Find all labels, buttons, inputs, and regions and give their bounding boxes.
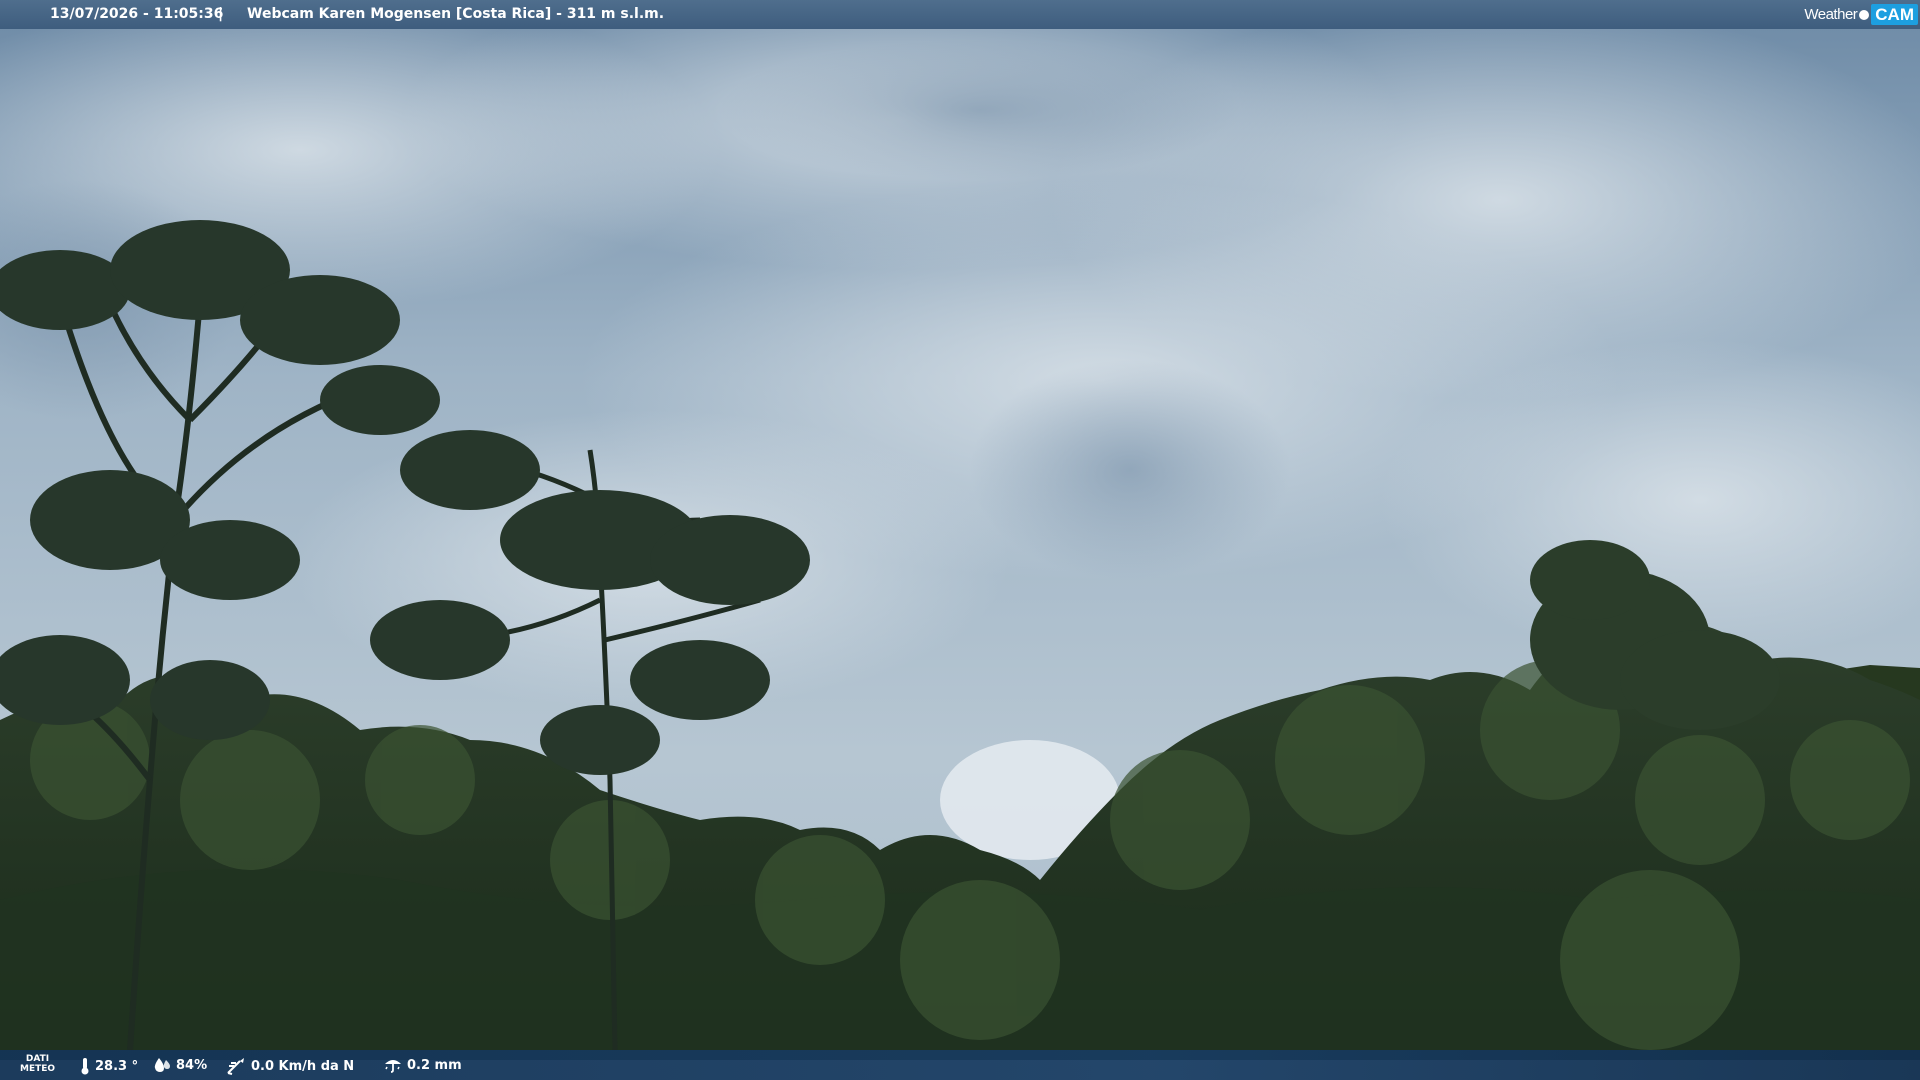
humidity-value: 84% [176,1057,208,1073]
header-bar: 13/07/2026 - 11:05:36 | Webcam Karen Mog… [0,0,1920,29]
humidity-reading: 84% [153,1057,207,1073]
meteo-label-line1: DATI [25,1054,50,1064]
timestamp: 13/07/2026 - 11:05:36 [50,6,224,22]
wind-reading: 0.0 Km/h da N [226,1057,354,1075]
thermometer-icon [81,1058,89,1075]
humidity-drop-icon [154,1058,170,1072]
rain-value: 0.2 mm [407,1057,462,1073]
logo-word: Weather [1804,6,1858,23]
webcam-image [0,0,1920,1080]
meteo-label: DATI METEO [20,1054,55,1074]
rain-reading: 0.2 mm [384,1057,462,1073]
wind-value: 0.0 Km/h da N [251,1058,355,1074]
weathercam-logo: Weather CAM [1804,3,1918,26]
header-separator: | [218,6,224,22]
logo-cam: CAM [1871,4,1918,25]
temperature-reading: 28.3 ° [80,1057,138,1075]
weather-data-bar: DATI METEO 28.3 ° 84% 0.0 Km/h da N 0.2 … [0,1050,1920,1080]
webcam-title: Webcam Karen Mogensen [Costa Rica] - 311… [247,6,665,22]
logo-dot-icon [1859,9,1870,20]
rain-gauge-icon [385,1060,401,1073]
meteo-label-line2: METEO [20,1064,56,1074]
wind-vane-icon [227,1058,244,1075]
temperature-value: 28.3 ° [95,1058,139,1074]
